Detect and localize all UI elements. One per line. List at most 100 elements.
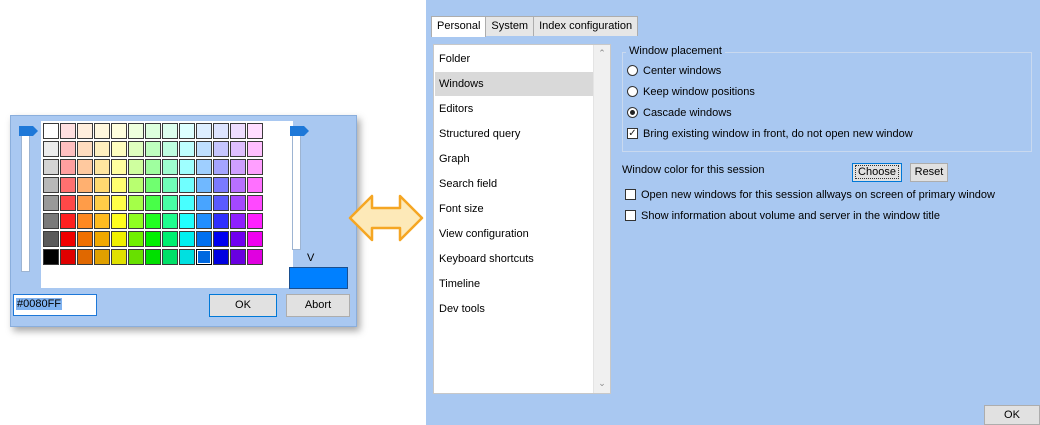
- palette-swatch[interactable]: [94, 123, 110, 139]
- palette-swatch[interactable]: [145, 195, 161, 211]
- palette-swatch[interactable]: [247, 123, 263, 139]
- palette-swatch[interactable]: [230, 213, 246, 229]
- palette-swatch[interactable]: [94, 159, 110, 175]
- palette-swatch[interactable]: [230, 195, 246, 211]
- palette-swatch[interactable]: [43, 123, 59, 139]
- palette-swatch[interactable]: [94, 231, 110, 247]
- palette-swatch[interactable]: [111, 177, 127, 193]
- radio-icon[interactable]: [627, 65, 638, 76]
- palette-swatch[interactable]: [145, 159, 161, 175]
- tab-personal[interactable]: Personal: [431, 16, 487, 37]
- palette-swatch[interactable]: [162, 249, 178, 265]
- palette-swatch[interactable]: [60, 123, 76, 139]
- checkbox-checked-icon[interactable]: ✓: [627, 128, 638, 139]
- palette-swatch[interactable]: [247, 213, 263, 229]
- palette-swatch[interactable]: [213, 159, 229, 175]
- left-slider-track[interactable]: [21, 126, 30, 272]
- tab-system[interactable]: System: [485, 16, 535, 36]
- palette-swatch[interactable]: [230, 249, 246, 265]
- palette-swatch[interactable]: [128, 177, 144, 193]
- palette-swatch[interactable]: [247, 249, 263, 265]
- palette-swatch[interactable]: [196, 213, 212, 229]
- palette-swatch[interactable]: [94, 141, 110, 157]
- palette-swatch[interactable]: [43, 231, 59, 247]
- palette-swatch[interactable]: [196, 159, 212, 175]
- palette-swatch[interactable]: [230, 231, 246, 247]
- palette-swatch[interactable]: [213, 141, 229, 157]
- palette-swatch[interactable]: [162, 195, 178, 211]
- palette-swatch[interactable]: [111, 159, 127, 175]
- tab-index-configuration[interactable]: Index configuration: [533, 16, 639, 36]
- palette-swatch[interactable]: [60, 213, 76, 229]
- palette-swatch[interactable]: [213, 231, 229, 247]
- palette-swatch[interactable]: [230, 123, 246, 139]
- choose-color-button[interactable]: Choose: [852, 163, 902, 182]
- list-scrollbar[interactable]: ⌃ ⌄: [593, 45, 610, 393]
- palette-swatch[interactable]: [230, 141, 246, 157]
- settings-ok-button[interactable]: OK: [984, 405, 1040, 425]
- palette-swatch[interactable]: [196, 231, 212, 247]
- list-item-search-field[interactable]: Search field: [435, 172, 593, 196]
- palette-swatch[interactable]: [60, 231, 76, 247]
- palette-swatch[interactable]: [77, 177, 93, 193]
- palette-swatch[interactable]: [111, 123, 127, 139]
- palette-swatch[interactable]: [162, 159, 178, 175]
- palette-swatch[interactable]: [145, 141, 161, 157]
- palette-swatch[interactable]: [196, 249, 212, 265]
- palette-swatch[interactable]: [77, 141, 93, 157]
- palette-swatch[interactable]: [162, 213, 178, 229]
- radio-icon[interactable]: [627, 86, 638, 97]
- palette-swatch[interactable]: [247, 195, 263, 211]
- palette-swatch[interactable]: [60, 141, 76, 157]
- palette-swatch[interactable]: [111, 231, 127, 247]
- palette-swatch[interactable]: [94, 195, 110, 211]
- palette-swatch[interactable]: [60, 249, 76, 265]
- palette-swatch[interactable]: [77, 123, 93, 139]
- list-item-windows[interactable]: Windows: [435, 72, 593, 96]
- palette-swatch[interactable]: [162, 141, 178, 157]
- palette-swatch[interactable]: [94, 177, 110, 193]
- palette-swatch[interactable]: [128, 213, 144, 229]
- palette-swatch[interactable]: [77, 231, 93, 247]
- palette-swatch[interactable]: [247, 231, 263, 247]
- list-item-timeline[interactable]: Timeline: [435, 272, 593, 296]
- list-item-structured-query[interactable]: Structured query: [435, 122, 593, 146]
- list-item-view-configuration[interactable]: View configuration: [435, 222, 593, 246]
- left-slider-thumb[interactable]: [19, 126, 38, 136]
- palette-swatch[interactable]: [179, 213, 195, 229]
- palette-swatch[interactable]: [179, 231, 195, 247]
- radio-selected-icon[interactable]: [627, 107, 638, 118]
- palette-swatch[interactable]: [128, 195, 144, 211]
- list-item-keyboard-shortcuts[interactable]: Keyboard shortcuts: [435, 247, 593, 271]
- palette-swatch[interactable]: [179, 195, 195, 211]
- palette-swatch[interactable]: [247, 159, 263, 175]
- palette-swatch[interactable]: [77, 249, 93, 265]
- palette-swatch[interactable]: [128, 231, 144, 247]
- hex-color-input[interactable]: #0080FF: [13, 294, 97, 316]
- palette-swatch[interactable]: [43, 249, 59, 265]
- list-item-folder[interactable]: Folder: [435, 47, 593, 71]
- palette-swatch[interactable]: [162, 231, 178, 247]
- palette-swatch[interactable]: [94, 213, 110, 229]
- value-slider-track[interactable]: [292, 126, 301, 250]
- checkbox-icon[interactable]: [625, 189, 636, 200]
- palette-swatch[interactable]: [111, 141, 127, 157]
- palette-swatch[interactable]: [145, 213, 161, 229]
- list-item-dev-tools[interactable]: Dev tools: [435, 297, 593, 321]
- checkbox-icon[interactable]: [625, 210, 636, 221]
- palette-swatch[interactable]: [162, 123, 178, 139]
- palette-swatch[interactable]: [213, 249, 229, 265]
- value-slider-thumb[interactable]: [290, 126, 309, 136]
- palette-swatch[interactable]: [43, 195, 59, 211]
- palette-swatch[interactable]: [128, 249, 144, 265]
- palette-swatch[interactable]: [213, 123, 229, 139]
- palette-swatch[interactable]: [128, 159, 144, 175]
- list-item-graph[interactable]: Graph: [435, 147, 593, 171]
- palette-swatch[interactable]: [111, 213, 127, 229]
- palette-swatch[interactable]: [179, 177, 195, 193]
- palette-swatch[interactable]: [213, 213, 229, 229]
- palette-swatch[interactable]: [196, 141, 212, 157]
- palette-swatch[interactable]: [94, 249, 110, 265]
- palette-swatch[interactable]: [145, 231, 161, 247]
- list-item-editors[interactable]: Editors: [435, 97, 593, 121]
